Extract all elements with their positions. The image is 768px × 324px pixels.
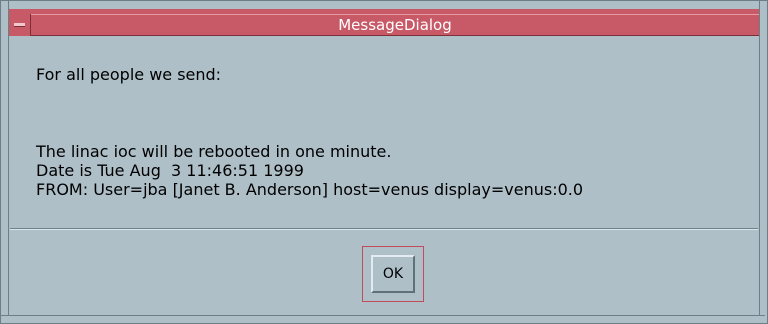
- message-line-5: FROM: User=jba [Janet B. Anderson] host=…: [36, 180, 584, 199]
- message-line-3: The linac ioc will be rebooted in one mi…: [36, 142, 392, 161]
- window-frame-bottom-edge[interactable]: [1, 315, 765, 323]
- window-menu-icon: [14, 23, 25, 27]
- default-button-ring: OK: [362, 246, 424, 302]
- message-line-1: For all people we send:: [36, 65, 222, 84]
- message-area: For all people we send: The linac ioc wi…: [10, 46, 758, 228]
- message-dialog-window: MessageDialog For all people we send: Th…: [0, 0, 768, 324]
- message-line-4: Date is Tue Aug 3 11:46:51 1999: [36, 161, 304, 180]
- ok-button[interactable]: OK: [371, 255, 415, 293]
- separator: [10, 228, 758, 230]
- window-frame-right-edge[interactable]: [759, 1, 767, 321]
- title-bar[interactable]: MessageDialog: [9, 14, 759, 36]
- window-frame-left-edge[interactable]: [1, 1, 9, 321]
- window-title: MessageDialog: [338, 16, 452, 34]
- window-menu-button[interactable]: [9, 14, 31, 36]
